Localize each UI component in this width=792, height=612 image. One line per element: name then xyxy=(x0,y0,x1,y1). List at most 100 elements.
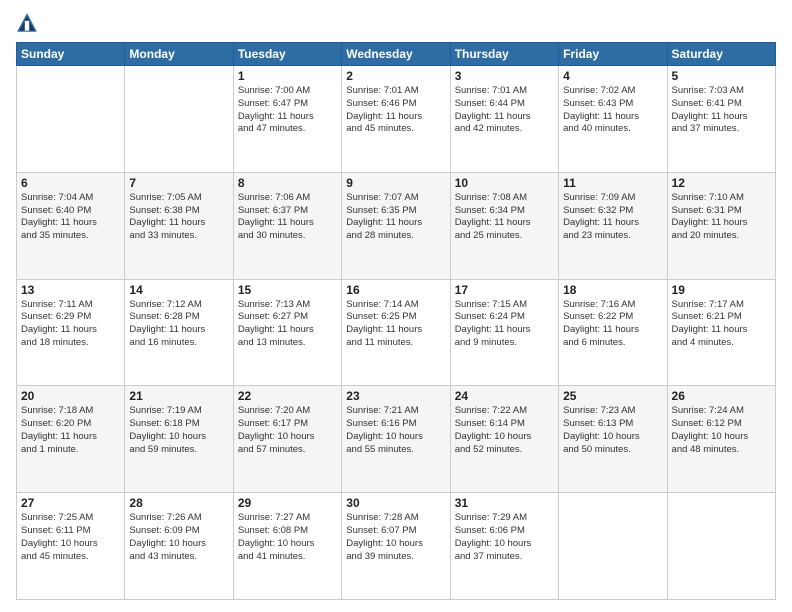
calendar-cell: 1Sunrise: 7:00 AM Sunset: 6:47 PM Daylig… xyxy=(233,66,341,173)
calendar-cell: 20 Sunrise: 7:18 AM Sunset: 6:20 PM Dayli… xyxy=(17,386,125,493)
calendar-cell: 24 Sunrise: 7:22 AM Sunset: 6:14 PM Dayli… xyxy=(450,386,558,493)
calendar-cell: 18Sunrise: 7:16 AM Sunset: 6:22 PM Dayli… xyxy=(559,279,667,386)
day-number: 29 xyxy=(238,496,337,510)
calendar-week-row: 20 Sunrise: 7:18 AM Sunset: 6:20 PM Dayli… xyxy=(17,386,776,493)
cell-content: Sunrise: 7:08 AM Sunset: 6:34 PM Dayligh… xyxy=(455,192,554,243)
calendar-week-row: 13 Sunrise: 7:11 AM Sunset: 6:29 PM Dayli… xyxy=(17,279,776,386)
logo-icon xyxy=(16,12,38,34)
cell-content: Sunrise: 7:25 AM Sunset: 6:11 PM Dayligh… xyxy=(21,512,120,563)
calendar-week-row: 27 Sunrise: 7:25 AM Sunset: 6:11 PM Dayli… xyxy=(17,493,776,600)
calendar-cell: 26Sunrise: 7:24 AM Sunset: 6:12 PM Dayli… xyxy=(667,386,775,493)
day-of-week-header: Tuesday xyxy=(233,43,341,66)
calendar-cell: 8Sunrise: 7:06 AM Sunset: 6:37 PM Daylig… xyxy=(233,172,341,279)
cell-content: Sunrise: 7:22 AM Sunset: 6:14 PM Dayligh… xyxy=(455,405,554,456)
day-of-week-header: Monday xyxy=(125,43,233,66)
cell-content: Sunrise: 7:11 AM Sunset: 6:29 PM Dayligh… xyxy=(21,299,120,350)
calendar-cell: 10 Sunrise: 7:08 AM Sunset: 6:34 PM Dayli… xyxy=(450,172,558,279)
calendar-cell: 31 Sunrise: 7:29 AM Sunset: 6:06 PM Dayli… xyxy=(450,493,558,600)
calendar-cell: 5 Sunrise: 7:03 AM Sunset: 6:41 PM Daylig… xyxy=(667,66,775,173)
calendar-week-row: 1Sunrise: 7:00 AM Sunset: 6:47 PM Daylig… xyxy=(17,66,776,173)
calendar-cell: 12 Sunrise: 7:10 AM Sunset: 6:31 PM Dayli… xyxy=(667,172,775,279)
calendar-cell: 6Sunrise: 7:04 AM Sunset: 6:40 PM Daylig… xyxy=(17,172,125,279)
day-number: 22 xyxy=(238,389,337,403)
cell-content: Sunrise: 7:15 AM Sunset: 6:24 PM Dayligh… xyxy=(455,299,554,350)
day-number: 15 xyxy=(238,283,337,297)
calendar-cell: 14 Sunrise: 7:12 AM Sunset: 6:28 PM Dayli… xyxy=(125,279,233,386)
cell-content: Sunrise: 7:28 AM Sunset: 6:07 PM Dayligh… xyxy=(346,512,445,563)
day-number: 25 xyxy=(563,389,662,403)
day-number: 30 xyxy=(346,496,445,510)
calendar-cell: 27 Sunrise: 7:25 AM Sunset: 6:11 PM Dayli… xyxy=(17,493,125,600)
page: SundayMondayTuesdayWednesdayThursdayFrid… xyxy=(0,0,792,612)
cell-content: Sunrise: 7:26 AM Sunset: 6:09 PM Dayligh… xyxy=(129,512,228,563)
calendar-cell: 19 Sunrise: 7:17 AM Sunset: 6:21 PM Dayli… xyxy=(667,279,775,386)
cell-content: Sunrise: 7:07 AM Sunset: 6:35 PM Dayligh… xyxy=(346,192,445,243)
cell-content: Sunrise: 7:24 AM Sunset: 6:12 PM Dayligh… xyxy=(672,405,771,456)
cell-content: Sunrise: 7:06 AM Sunset: 6:37 PM Dayligh… xyxy=(238,192,337,243)
cell-content: Sunrise: 7:13 AM Sunset: 6:27 PM Dayligh… xyxy=(238,299,337,350)
day-number: 19 xyxy=(672,283,771,297)
calendar-cell xyxy=(667,493,775,600)
logo xyxy=(16,12,42,34)
calendar-cell: 15 Sunrise: 7:13 AM Sunset: 6:27 PM Dayli… xyxy=(233,279,341,386)
cell-content: Sunrise: 7:12 AM Sunset: 6:28 PM Dayligh… xyxy=(129,299,228,350)
calendar-cell xyxy=(17,66,125,173)
cell-content: Sunrise: 7:05 AM Sunset: 6:38 PM Dayligh… xyxy=(129,192,228,243)
cell-content: Sunrise: 7:29 AM Sunset: 6:06 PM Dayligh… xyxy=(455,512,554,563)
calendar-cell: 23Sunrise: 7:21 AM Sunset: 6:16 PM Dayli… xyxy=(342,386,450,493)
day-number: 9 xyxy=(346,176,445,190)
cell-content: Sunrise: 7:23 AM Sunset: 6:13 PM Dayligh… xyxy=(563,405,662,456)
calendar-cell: 2 Sunrise: 7:01 AM Sunset: 6:46 PM Daylig… xyxy=(342,66,450,173)
cell-content: Sunrise: 7:03 AM Sunset: 6:41 PM Dayligh… xyxy=(672,85,771,136)
day-number: 4 xyxy=(563,69,662,83)
day-number: 14 xyxy=(129,283,228,297)
day-number: 20 xyxy=(21,389,120,403)
calendar-cell: 13 Sunrise: 7:11 AM Sunset: 6:29 PM Dayli… xyxy=(17,279,125,386)
day-number: 16 xyxy=(346,283,445,297)
header xyxy=(16,12,776,34)
calendar-table: SundayMondayTuesdayWednesdayThursdayFrid… xyxy=(16,42,776,600)
day-number: 27 xyxy=(21,496,120,510)
day-number: 17 xyxy=(455,283,554,297)
day-number: 13 xyxy=(21,283,120,297)
day-number: 31 xyxy=(455,496,554,510)
calendar-cell: 16 Sunrise: 7:14 AM Sunset: 6:25 PM Dayli… xyxy=(342,279,450,386)
day-of-week-header: Friday xyxy=(559,43,667,66)
day-number: 24 xyxy=(455,389,554,403)
cell-content: Sunrise: 7:02 AM Sunset: 6:43 PM Dayligh… xyxy=(563,85,662,136)
calendar-cell: 17 Sunrise: 7:15 AM Sunset: 6:24 PM Dayli… xyxy=(450,279,558,386)
calendar-cell: 4 Sunrise: 7:02 AM Sunset: 6:43 PM Daylig… xyxy=(559,66,667,173)
cell-content: Sunrise: 7:10 AM Sunset: 6:31 PM Dayligh… xyxy=(672,192,771,243)
day-of-week-header: Sunday xyxy=(17,43,125,66)
day-of-week-header: Thursday xyxy=(450,43,558,66)
calendar-cell: 9 Sunrise: 7:07 AM Sunset: 6:35 PM Daylig… xyxy=(342,172,450,279)
day-number: 21 xyxy=(129,389,228,403)
day-number: 5 xyxy=(672,69,771,83)
calendar-cell: 11 Sunrise: 7:09 AM Sunset: 6:32 PM Dayli… xyxy=(559,172,667,279)
cell-content: Sunrise: 7:19 AM Sunset: 6:18 PM Dayligh… xyxy=(129,405,228,456)
day-number: 1 xyxy=(238,69,337,83)
day-number: 28 xyxy=(129,496,228,510)
cell-content: Sunrise: 7:14 AM Sunset: 6:25 PM Dayligh… xyxy=(346,299,445,350)
cell-content: Sunrise: 7:27 AM Sunset: 6:08 PM Dayligh… xyxy=(238,512,337,563)
cell-content: Sunrise: 7:17 AM Sunset: 6:21 PM Dayligh… xyxy=(672,299,771,350)
day-number: 6 xyxy=(21,176,120,190)
calendar-week-row: 6Sunrise: 7:04 AM Sunset: 6:40 PM Daylig… xyxy=(17,172,776,279)
day-number: 12 xyxy=(672,176,771,190)
calendar-cell: 22 Sunrise: 7:20 AM Sunset: 6:17 PM Dayli… xyxy=(233,386,341,493)
day-number: 11 xyxy=(563,176,662,190)
cell-content: Sunrise: 7:20 AM Sunset: 6:17 PM Dayligh… xyxy=(238,405,337,456)
calendar-cell xyxy=(559,493,667,600)
day-number: 23 xyxy=(346,389,445,403)
day-number: 7 xyxy=(129,176,228,190)
day-number: 2 xyxy=(346,69,445,83)
day-number: 10 xyxy=(455,176,554,190)
cell-content: Sunrise: 7:18 AM Sunset: 6:20 PM Dayligh… xyxy=(21,405,120,456)
calendar-cell: 3Sunrise: 7:01 AM Sunset: 6:44 PM Daylig… xyxy=(450,66,558,173)
calendar-cell: 7 Sunrise: 7:05 AM Sunset: 6:38 PM Daylig… xyxy=(125,172,233,279)
day-of-week-header: Saturday xyxy=(667,43,775,66)
cell-content: Sunrise: 7:01 AM Sunset: 6:44 PM Dayligh… xyxy=(455,85,554,136)
cell-content: Sunrise: 7:01 AM Sunset: 6:46 PM Dayligh… xyxy=(346,85,445,136)
day-of-week-header: Wednesday xyxy=(342,43,450,66)
cell-content: Sunrise: 7:09 AM Sunset: 6:32 PM Dayligh… xyxy=(563,192,662,243)
